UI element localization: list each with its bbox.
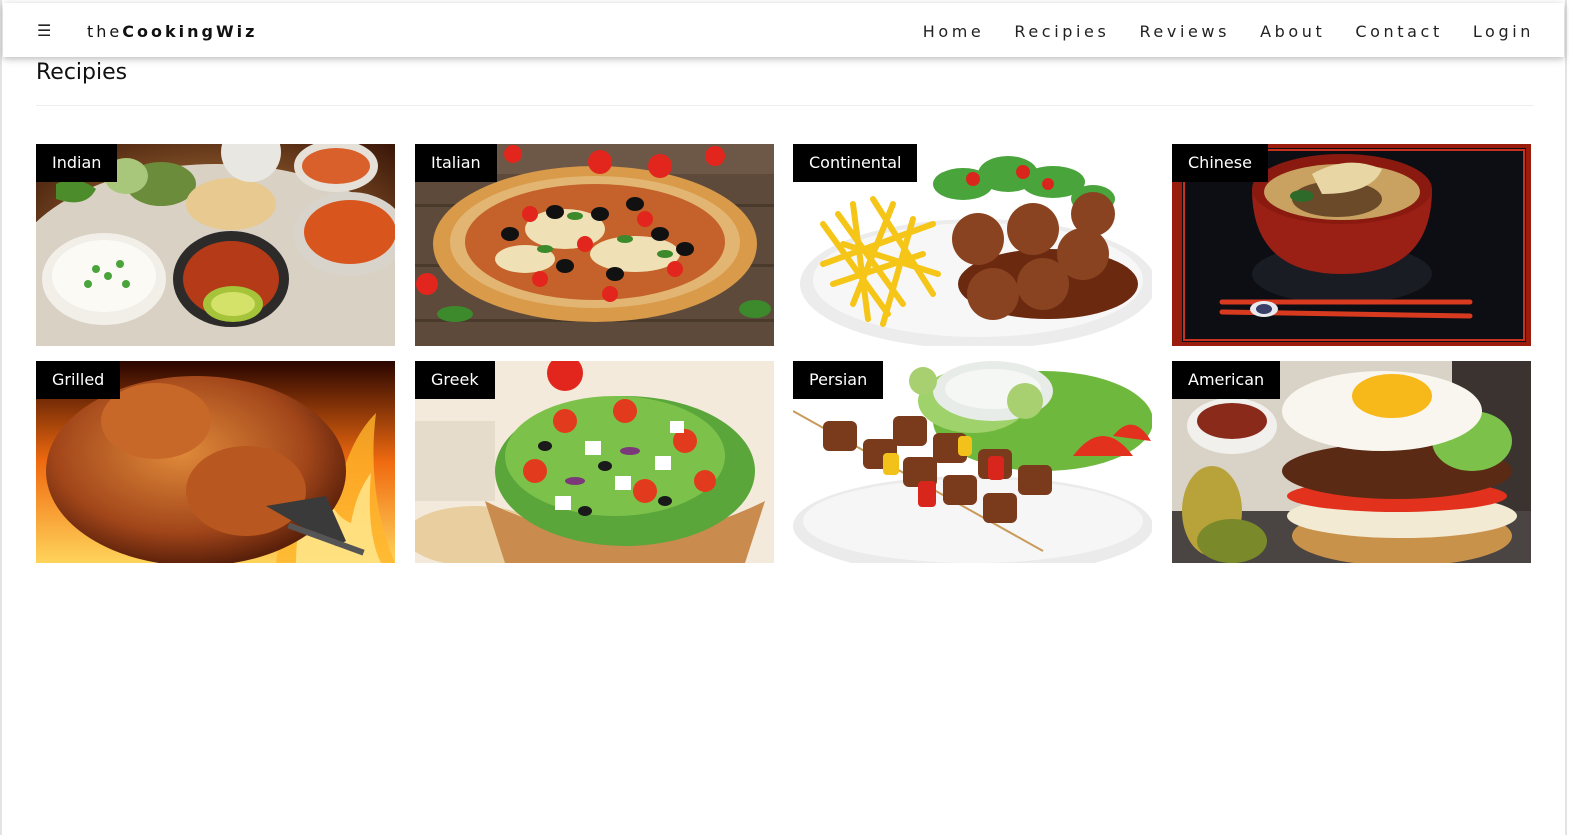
nav-contact[interactable]: Contact (1355, 22, 1442, 42)
brand-name: CookingWiz (122, 22, 258, 41)
recipe-card-grilled[interactable]: Grilled (36, 361, 395, 563)
recipe-card-indian[interactable]: Indian (36, 144, 395, 346)
recipe-label: American (1172, 361, 1281, 399)
nav-home[interactable]: Home (923, 22, 985, 42)
brand-logo[interactable]: theCookingWiz (87, 22, 257, 42)
recipe-card-american[interactable]: American (1172, 361, 1531, 563)
recipe-label: Grilled (36, 361, 121, 399)
recipe-label: Greek (415, 361, 495, 399)
nav-login[interactable]: Login (1473, 22, 1534, 42)
nav-about[interactable]: About (1260, 22, 1325, 42)
recipe-card-chinese[interactable]: Chinese (1172, 144, 1531, 346)
page-title: Recipies (36, 60, 128, 85)
recipe-card-persian[interactable]: Persian (793, 361, 1152, 563)
recipe-card-italian[interactable]: Italian (415, 144, 774, 346)
recipe-label: Continental (793, 144, 918, 182)
recipe-label: Persian (793, 361, 884, 399)
nav-reviews[interactable]: Reviews (1139, 22, 1230, 42)
recipe-label: Italian (415, 144, 497, 182)
recipe-label: Indian (36, 144, 118, 182)
hamburger-menu-icon[interactable]: ☰ (37, 21, 51, 41)
nav-recipies[interactable]: Recipies (1014, 22, 1109, 42)
top-navbar: ☰ theCookingWiz Home Recipies Reviews Ab… (3, 3, 1564, 57)
recipe-label: Chinese (1172, 144, 1268, 182)
brand-prefix: the (87, 22, 123, 41)
main-nav: Home Recipies Reviews About Contact Logi… (893, 22, 1534, 42)
title-divider (36, 105, 1534, 106)
recipe-card-greek[interactable]: Greek (415, 361, 774, 563)
recipe-card-continental[interactable]: Continental (793, 144, 1152, 346)
